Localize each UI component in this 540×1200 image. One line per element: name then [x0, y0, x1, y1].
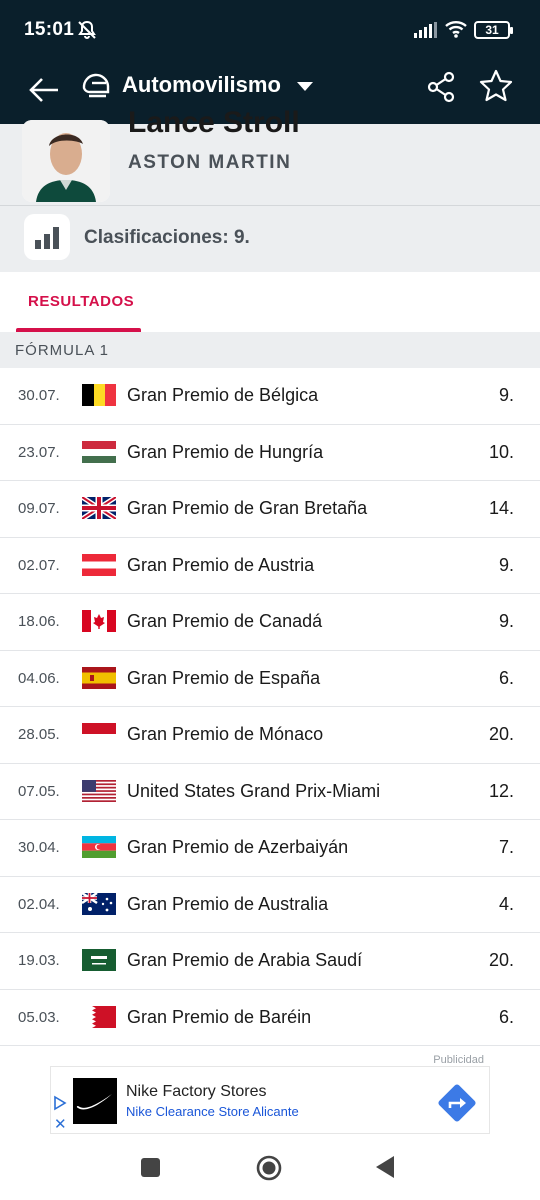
chevron-down-icon[interactable]: [296, 80, 314, 98]
rankings-label: Clasificaciones: 9.: [84, 227, 250, 248]
result-row[interactable]: 28.05. Gran Premio de Mónaco 20.: [0, 707, 540, 764]
race-date: 02.04.: [18, 895, 60, 913]
race-date: 05.03.: [18, 1008, 60, 1026]
result-row[interactable]: 07.05. United States Grand Prix-Miami 12.: [0, 764, 540, 820]
nike-logo: [73, 1078, 117, 1124]
system-back-button[interactable]: [374, 1155, 396, 1184]
austria-flag-icon: [82, 553, 116, 576]
race-name: Gran Premio de España: [127, 667, 321, 688]
uk-flag-icon: [82, 497, 116, 519]
results-list: 30.07. Gran Premio de Bélgica 9. 23.07. Gran…: [0, 368, 540, 1046]
star-icon[interactable]: [478, 68, 514, 109]
result-row[interactable]: 19.03. Gran Premio de Arabia Saudí 20.: [0, 933, 540, 990]
adchoices-icon[interactable]: [53, 1095, 67, 1116]
player-header: Lance Stroll ASTON MARTIN: [0, 106, 540, 206]
race-date: 02.07.: [18, 556, 60, 574]
race-name: Gran Premio de Gran Bretaña: [127, 498, 368, 518]
race-name: Gran Premio de Hungría: [127, 441, 324, 462]
team-name: ASTON MARTIN: [128, 152, 292, 173]
spain-flag-icon: [82, 666, 116, 689]
race-date: 28.05.: [18, 726, 60, 743]
bar-chart-icon: [24, 214, 70, 260]
race-date: 18.06.: [18, 613, 60, 630]
race-date: 04.06.: [18, 669, 60, 687]
finish-position: 4.: [498, 893, 514, 914]
result-row[interactable]: 04.06. Gran Premio de España 6.: [0, 651, 540, 707]
result-row[interactable]: 05.03. Gran Premio de Baréin 6.: [0, 990, 540, 1046]
result-row[interactable]: 02.07. Gran Premio de Austria 9.: [0, 538, 540, 594]
race-date: 19.03.: [18, 952, 60, 969]
helmet-icon: [80, 70, 112, 102]
result-row[interactable]: 30.04. Gran Premio de Azerbaiyán 7.: [0, 820, 540, 877]
finish-position: 9.: [498, 554, 514, 575]
tab-results[interactable]: RESULTADOS: [16, 272, 141, 332]
finish-position: 6.: [498, 667, 514, 688]
australia-flag-icon: [82, 892, 116, 915]
tab-bar: RESULTADOS: [0, 272, 540, 332]
signal-icon: [414, 22, 438, 43]
section-title: FÓRMULA 1: [15, 342, 110, 359]
azerbaijan-flag-icon: [82, 836, 116, 858]
sport-title[interactable]: Automovilismo: [122, 72, 281, 98]
finish-position: 9.: [498, 385, 514, 405]
share-icon[interactable]: [424, 70, 458, 109]
race-date: 07.05.: [18, 782, 60, 800]
race-name: Gran Premio de Canadá: [127, 611, 323, 631]
race-name: Gran Premio de Austria: [127, 554, 315, 575]
ad-banner[interactable]: ✕ Nike Factory Stores Nike Clearance Sto…: [50, 1066, 490, 1134]
mute-icon: [76, 19, 98, 46]
result-row[interactable]: 23.07. Gran Premio de Hungría 10.: [0, 425, 540, 481]
finish-position: 7.: [498, 837, 514, 857]
ad-label: Publicidad: [433, 1054, 484, 1066]
directions-icon[interactable]: [437, 1083, 477, 1128]
finish-position: 20.: [488, 950, 514, 970]
finish-position: 14.: [488, 498, 514, 518]
result-row[interactable]: 09.07. Gran Premio de Gran Bretaña 14.: [0, 481, 540, 538]
close-icon[interactable]: ✕: [54, 1115, 67, 1133]
canada-flag-icon: [82, 610, 116, 632]
race-name: Gran Premio de Baréin: [127, 1006, 312, 1027]
result-row[interactable]: 18.06. Gran Premio de Canadá 9.: [0, 594, 540, 651]
race-date: 09.07.: [18, 500, 60, 517]
recents-button[interactable]: [141, 1158, 160, 1177]
player-avatar: [22, 120, 110, 202]
result-row[interactable]: 30.07. Gran Premio de Bélgica 9.: [0, 368, 540, 425]
battery-indicator: 31: [474, 21, 513, 39]
finish-position: 9.: [498, 611, 514, 631]
back-arrow-icon[interactable]: [26, 70, 66, 110]
race-name: Gran Premio de Azerbaiyán: [127, 837, 349, 857]
finish-position: 6.: [498, 1006, 514, 1027]
wifi-icon: [444, 19, 468, 44]
system-nav-bar: [0, 1140, 540, 1200]
finish-position: 20.: [488, 724, 514, 744]
bahrain-flag-icon: [82, 1005, 116, 1028]
race-name: Gran Premio de Bélgica: [127, 385, 319, 405]
race-name: United States Grand Prix-Miami: [127, 780, 381, 801]
hungary-flag-icon: [82, 440, 116, 463]
section-header: FÓRMULA 1: [0, 332, 540, 368]
status-bar: 15:01 31: [0, 0, 540, 60]
finish-position: 12.: [488, 780, 514, 801]
race-name: Gran Premio de Australia: [127, 893, 329, 914]
race-name: Gran Premio de Arabia Saudí: [127, 950, 363, 970]
home-button[interactable]: [255, 1154, 283, 1187]
status-time: 15:01: [24, 19, 75, 40]
ad-title: Nike Factory Stores: [126, 1083, 267, 1100]
rankings-row[interactable]: Clasificaciones: 9.: [0, 206, 540, 272]
race-name: Gran Premio de Mónaco: [127, 724, 324, 744]
monaco-flag-icon: [82, 723, 116, 745]
race-date: 30.04.: [18, 839, 60, 856]
race-date: 23.07.: [18, 443, 60, 461]
tab-results-label: RESULTADOS: [28, 293, 135, 310]
ad-subtitle: Nike Clearance Store Alicante: [126, 1104, 299, 1119]
belgium-flag-icon: [82, 384, 116, 406]
race-date: 30.07.: [18, 387, 60, 404]
result-row[interactable]: 02.04. Gran Premio de Australia 4.: [0, 877, 540, 933]
finish-position: 10.: [488, 441, 514, 462]
player-name: Lance Stroll: [128, 106, 300, 139]
usa-flag-icon: [82, 779, 116, 802]
saudi-arabia-flag-icon: [82, 949, 116, 971]
